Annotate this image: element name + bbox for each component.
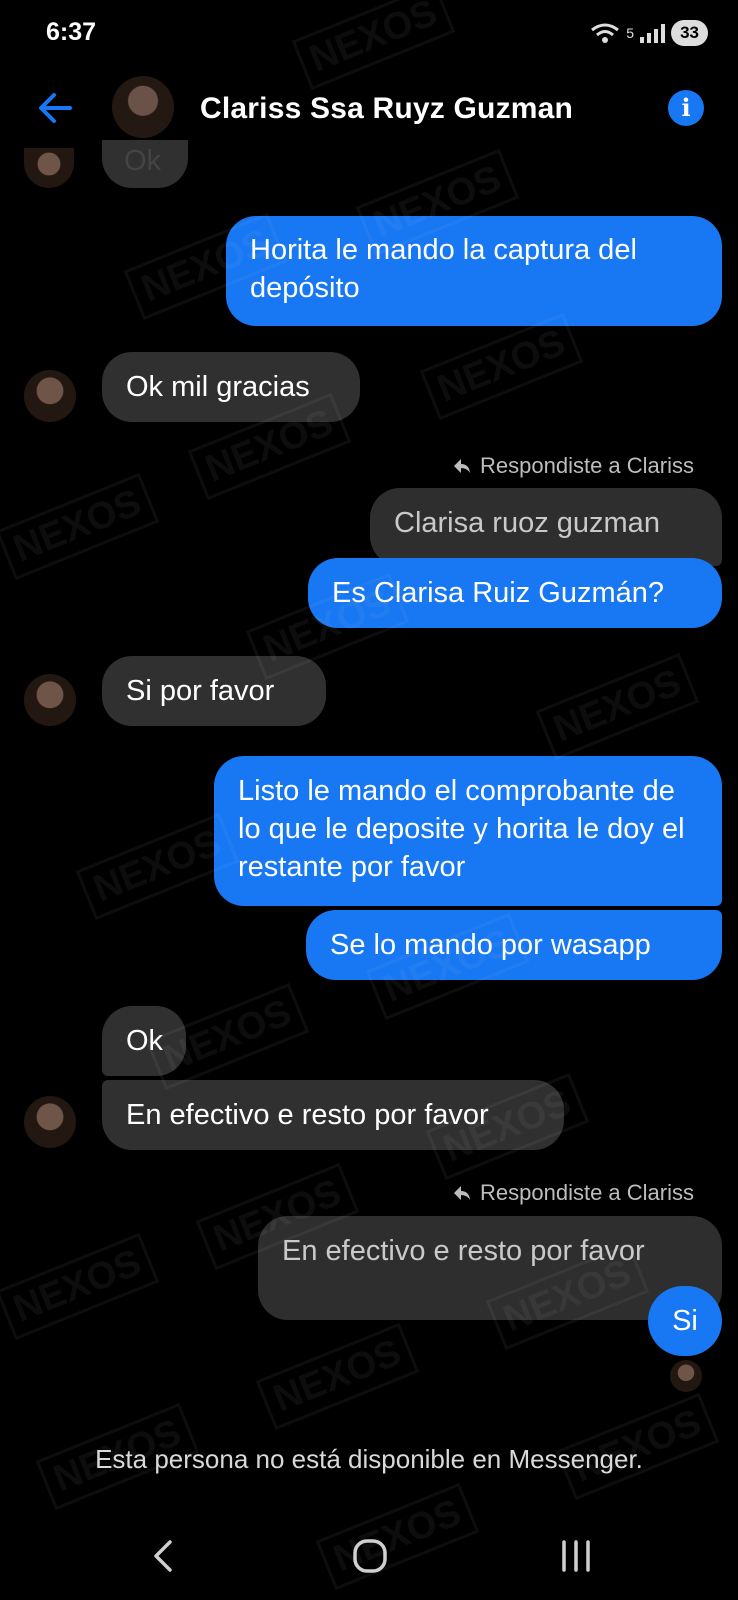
nav-home-icon[interactable] <box>350 1536 390 1576</box>
reply-arrow-icon <box>454 1186 471 1200</box>
incoming-message[interactable]: Ok <box>102 1006 186 1076</box>
watermark: NEXOS <box>291 0 456 91</box>
unavailable-notice: Esta persona no está disponible en Messe… <box>95 1444 643 1474</box>
nav-recents-icon[interactable] <box>558 1536 594 1576</box>
contact-avatar[interactable] <box>112 76 174 138</box>
outgoing-message[interactable]: Horita le mando la captura del depósito <box>226 216 722 326</box>
reply-indicator: Respondiste a Clariss <box>452 453 694 479</box>
info-icon[interactable]: i <box>668 90 704 126</box>
status-icons: 5 33 <box>590 20 708 46</box>
seen-receipt-avatar <box>670 1360 702 1392</box>
outgoing-message[interactable]: Es Clarisa Ruiz Guzmán? <box>308 558 722 628</box>
sender-avatar <box>24 1096 76 1148</box>
watermark: NEXOS <box>315 1482 480 1591</box>
watermark: NEXOS <box>255 1322 420 1431</box>
sender-avatar <box>24 370 76 422</box>
battery-indicator: 33 <box>671 20 708 46</box>
reply-arrow-icon <box>454 459 471 473</box>
watermark: NEXOS <box>419 312 584 421</box>
watermark: NEXOS <box>0 1232 160 1341</box>
outgoing-message[interactable]: Listo le mando el comprobante de lo que … <box>214 756 722 906</box>
reply-label-text: Respondiste a Clariss <box>480 453 694 478</box>
watermark: NEXOS <box>535 652 700 761</box>
signal-icon <box>640 23 666 43</box>
nav-back-icon[interactable] <box>148 1536 178 1576</box>
back-arrow-icon[interactable] <box>34 88 74 128</box>
sender-avatar <box>24 148 74 188</box>
wifi-icon <box>591 23 620 43</box>
reply-indicator: Respondiste a Clariss <box>452 1180 694 1206</box>
wifi-band-label: 5 <box>626 25 635 41</box>
message-bubble-partial: Ok <box>102 140 188 188</box>
status-time: 6:37 <box>46 18 97 46</box>
quoted-message[interactable]: Clarisa ruoz guzman <box>370 488 722 566</box>
sender-avatar <box>24 674 76 726</box>
outgoing-message[interactable]: Si <box>648 1286 722 1356</box>
reply-label-text: Respondiste a Clariss <box>480 1180 694 1205</box>
incoming-message[interactable]: Si por favor <box>102 656 326 726</box>
contact-name[interactable]: Clariss Ssa Ruyz Guzman <box>200 92 573 126</box>
watermark: NEXOS <box>0 472 160 581</box>
incoming-message[interactable]: En efectivo e resto por favor <box>102 1080 564 1150</box>
outgoing-message[interactable]: Se lo mando por wasapp <box>306 910 722 980</box>
incoming-message[interactable]: Ok mil gracias <box>102 352 360 422</box>
